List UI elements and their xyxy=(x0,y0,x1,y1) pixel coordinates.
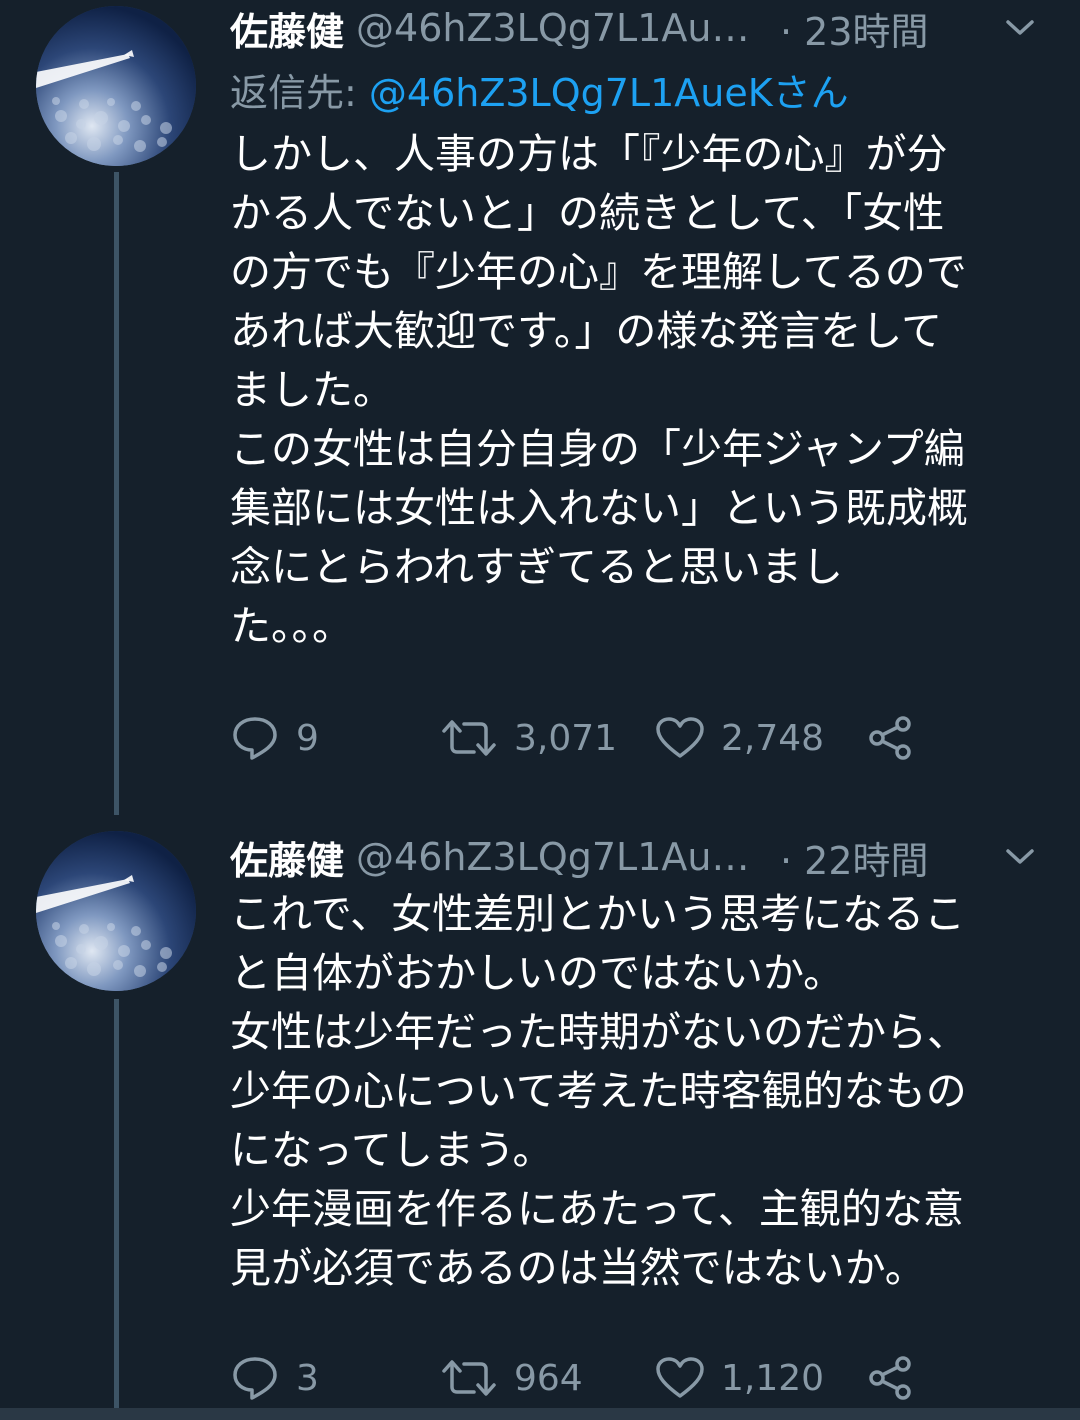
display-name[interactable]: 佐藤健 xyxy=(230,830,344,885)
tweet-actions: 3 964 1,120 xyxy=(230,1348,915,1408)
tweet-actions: 9 3,071 2,748 xyxy=(230,708,915,768)
tweet-text: しかし、人事の方は「『少年の心』が分 かる人でないと」の続きとして、「女性 の方… xyxy=(230,130,968,650)
avatar[interactable] xyxy=(36,831,196,991)
retweet-icon xyxy=(440,1357,498,1399)
like-button[interactable]: 2,748 xyxy=(655,716,865,760)
bottom-divider xyxy=(0,1408,1080,1420)
tweet-header: 佐藤健 @46hZ3LQg7L1Au… · 22時間 xyxy=(230,827,1040,887)
retweet-button[interactable]: 3,071 xyxy=(440,717,655,759)
reply-button[interactable]: 9 xyxy=(230,715,440,761)
tweet[interactable]: 佐藤健 @46hZ3LQg7L1Au… · 23時間 返信先: @46hZ3LQ… xyxy=(0,0,1080,815)
retweet-icon xyxy=(440,717,498,759)
chevron-down-icon[interactable] xyxy=(1000,837,1040,877)
timestamp[interactable]: · 22時間 xyxy=(780,830,929,885)
reply-count: 9 xyxy=(296,717,319,759)
display-name[interactable]: 佐藤健 xyxy=(230,1,344,56)
like-button[interactable]: 1,120 xyxy=(655,1356,865,1400)
airplane-wing-photo xyxy=(36,831,196,991)
tweet-text: これで、女性差別とかいう思考になるこ と自体がおかしいのではないか。 女性は少年… xyxy=(230,890,968,1292)
reply-button[interactable]: 3 xyxy=(230,1355,440,1401)
timestamp[interactable]: · 23時間 xyxy=(780,1,929,56)
retweet-count: 3,071 xyxy=(514,717,618,759)
tweet-header: 佐藤健 @46hZ3LQg7L1Au… · 23時間 xyxy=(230,0,1040,58)
thread-connector-line xyxy=(114,999,119,1420)
reply-prefix: 返信先: xyxy=(230,71,369,115)
chevron-down-icon[interactable] xyxy=(1000,8,1040,48)
reply-icon xyxy=(230,1355,280,1401)
user-handle[interactable]: @46hZ3LQg7L1Au… xyxy=(356,6,756,50)
like-count: 1,120 xyxy=(721,1357,825,1399)
reply-icon xyxy=(230,715,280,761)
airplane-wing-photo xyxy=(36,6,196,166)
share-button[interactable] xyxy=(865,1354,915,1402)
share-icon xyxy=(865,714,915,762)
share-button[interactable] xyxy=(865,714,915,762)
reply-count: 3 xyxy=(296,1357,319,1399)
retweet-count: 964 xyxy=(514,1357,583,1399)
tweet[interactable]: 佐藤健 @46hZ3LQg7L1Au… · 22時間 これで、女性差別とかいう思… xyxy=(0,815,1080,1420)
heart-icon xyxy=(655,716,705,760)
share-icon xyxy=(865,1354,915,1402)
user-handle[interactable]: @46hZ3LQg7L1Au… xyxy=(356,835,756,879)
replying-to: 返信先: @46hZ3LQg7L1AueKさん xyxy=(230,62,849,117)
like-count: 2,748 xyxy=(721,717,825,759)
thread-connector-line xyxy=(114,172,119,815)
reply-mention-link[interactable]: @46hZ3LQg7L1AueKさん xyxy=(369,71,849,115)
heart-icon xyxy=(655,1356,705,1400)
retweet-button[interactable]: 964 xyxy=(440,1357,655,1399)
avatar[interactable] xyxy=(36,6,196,166)
